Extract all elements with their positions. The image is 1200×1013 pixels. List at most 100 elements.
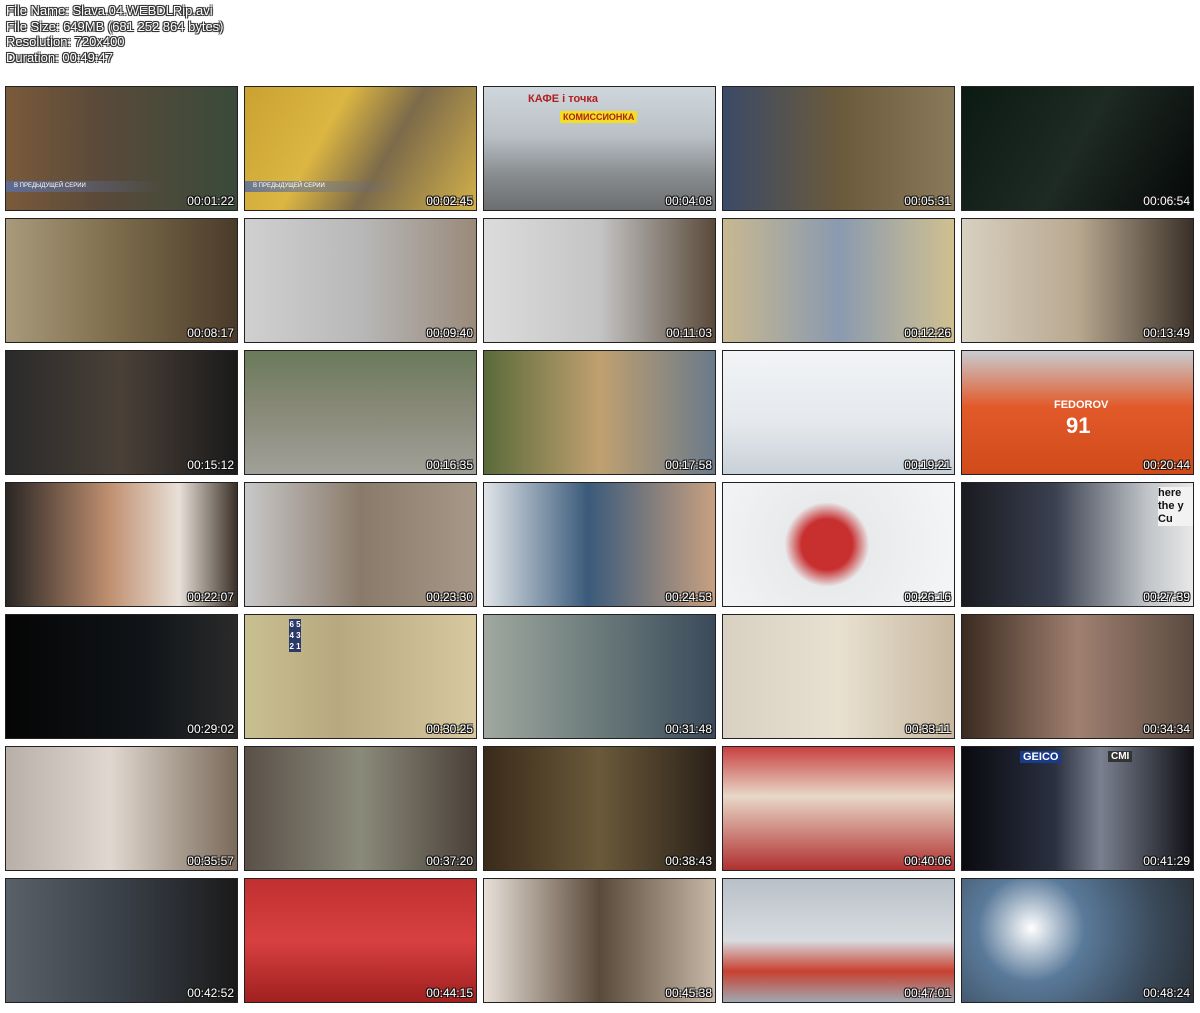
video-frame (245, 219, 476, 342)
thumbnail[interactable]: 00:13:49 (961, 218, 1194, 343)
video-frame (6, 615, 237, 738)
timestamp-label: 00:11:03 (666, 326, 712, 340)
video-frame (723, 87, 954, 210)
frame-sign-text: КАФЕ i точка (528, 93, 598, 105)
thumbnail[interactable]: В ПРЕДЫДУЩЕЙ СЕРИИ 00:01:22 (5, 86, 238, 211)
thumbnail[interactable]: 00:15:12 (5, 350, 238, 475)
frame-sign-text: here the y Cu (1158, 487, 1193, 526)
thumbnail[interactable]: 00:12:26 (722, 218, 955, 343)
timestamp-label: 00:01:22 (187, 194, 234, 208)
timestamp-label: 00:38:43 (665, 854, 712, 868)
video-frame (484, 351, 715, 474)
thumbnail[interactable]: 00:24:53 (483, 482, 716, 607)
timestamp-label: 00:24:53 (665, 590, 712, 604)
timestamp-label: 00:22:07 (187, 590, 234, 604)
video-frame (6, 219, 237, 342)
thumbnail[interactable]: 00:40:06 (722, 746, 955, 871)
timestamp-label: 00:45:38 (665, 986, 712, 1000)
file-size-label: File Size: 649MB (681 252 864 bytes) (6, 18, 224, 34)
video-frame (245, 879, 476, 1002)
timestamp-label: 00:05:31 (904, 194, 951, 208)
thumbnail[interactable]: 00:35:57 (5, 746, 238, 871)
thumbnail[interactable]: 00:05:31 (722, 86, 955, 211)
video-frame (6, 879, 237, 1002)
thumbnail[interactable]: 00:34:34 (961, 614, 1194, 739)
resolution-label: Resolution: 720x400 (6, 34, 125, 49)
timestamp-label: 00:33:11 (905, 722, 951, 736)
thumbnail[interactable]: FEDOROV 91 00:20:44 (961, 350, 1194, 475)
thumbnail[interactable]: 00:08:17 (5, 218, 238, 343)
thumbnail[interactable]: 00:47:01 (722, 878, 955, 1003)
thumbnail[interactable]: GEICO CMI 00:41:29 (961, 746, 1194, 871)
timestamp-label: 00:42:52 (187, 986, 234, 1000)
thumbnail[interactable]: here the y Cu 00:27:39 (961, 482, 1194, 607)
video-frame (484, 483, 715, 606)
timestamp-label: 00:23:30 (426, 590, 473, 604)
frame-sign-text: КОМИССИОНКА (560, 111, 638, 123)
thumbnail[interactable]: 00:26:16 (722, 482, 955, 607)
timestamp-label: 00:44:15 (426, 986, 473, 1000)
frame-sign-text: 6 5 4 3 2 1 (289, 619, 301, 652)
thumbnail[interactable]: 00:29:02 (5, 614, 238, 739)
video-frame (723, 219, 954, 342)
timestamp-label: 00:41:29 (1143, 854, 1190, 868)
video-frame (6, 351, 237, 474)
video-frame (723, 483, 954, 606)
timestamp-label: 00:40:06 (904, 854, 951, 868)
thumbnail[interactable]: 00:37:20 (244, 746, 477, 871)
thumbnail[interactable]: 6 5 4 3 2 1 00:30:25 (244, 614, 477, 739)
frame-caption: В ПРЕДЫДУЩЕЙ СЕРИИ (6, 181, 164, 192)
timestamp-label: 00:19:21 (904, 458, 951, 472)
timestamp-label: 00:09:40 (426, 326, 473, 340)
thumbnail[interactable]: 00:23:30 (244, 482, 477, 607)
thumbnail[interactable]: КАФЕ i точка КОМИССИОНКА 00:04:08 (483, 86, 716, 211)
thumbnail[interactable]: 00:38:43 (483, 746, 716, 871)
video-frame (6, 483, 237, 606)
timestamp-label: 00:29:02 (187, 722, 234, 736)
thumbnail[interactable]: 00:33:11 (722, 614, 955, 739)
video-frame (962, 219, 1193, 342)
timestamp-label: 00:35:57 (187, 854, 234, 868)
thumbnail[interactable]: 00:42:52 (5, 878, 238, 1003)
thumbnail[interactable]: 00:48:24 (961, 878, 1194, 1003)
video-frame (484, 879, 715, 1002)
timestamp-label: 00:37:20 (426, 854, 473, 868)
thumbnail[interactable]: 00:11:03 (483, 218, 716, 343)
video-frame (484, 219, 715, 342)
video-frame (6, 747, 237, 870)
thumbnail[interactable]: В ПРЕДЫДУЩЕЙ СЕРИИ 00:02:45 (244, 86, 477, 211)
frame-sign-text: FEDOROV (1054, 399, 1109, 411)
frame-caption: В ПРЕДЫДУЩЕЙ СЕРИИ (245, 181, 403, 192)
timestamp-label: 00:31:48 (665, 722, 712, 736)
timestamp-label: 00:26:16 (904, 590, 951, 604)
video-frame (723, 615, 954, 738)
timestamp-label: 00:06:54 (1143, 194, 1190, 208)
file-name-label: File Name: Slava.04.WEBDLRip.avi (6, 3, 213, 18)
thumbnail[interactable]: 00:44:15 (244, 878, 477, 1003)
timestamp-label: 00:17:58 (665, 458, 712, 472)
thumbnail[interactable]: 00:31:48 (483, 614, 716, 739)
thumbnail[interactable]: 00:19:21 (722, 350, 955, 475)
thumbnail[interactable]: 00:22:07 (5, 482, 238, 607)
video-frame (245, 747, 476, 870)
timestamp-label: 00:30:25 (426, 722, 473, 736)
video-frame (484, 747, 715, 870)
timestamp-label: 00:27:39 (1143, 590, 1190, 604)
timestamp-label: 00:08:17 (187, 326, 234, 340)
timestamp-label: 00:02:45 (426, 194, 473, 208)
timestamp-label: 00:34:34 (1143, 722, 1190, 736)
video-frame (245, 351, 476, 474)
thumbnail[interactable]: 00:17:58 (483, 350, 716, 475)
video-frame (962, 615, 1193, 738)
thumbnail[interactable]: 00:09:40 (244, 218, 477, 343)
video-frame (962, 747, 1193, 870)
video-frame (723, 879, 954, 1002)
frame-sign-text: GEICO (1020, 751, 1062, 763)
thumbnail[interactable]: 00:06:54 (961, 86, 1194, 211)
thumbnail[interactable]: 00:45:38 (483, 878, 716, 1003)
video-frame (962, 879, 1193, 1002)
video-frame (962, 87, 1193, 210)
thumbnail[interactable]: 00:16:35 (244, 350, 477, 475)
timestamp-label: 00:12:26 (904, 326, 951, 340)
timestamp-label: 00:47:01 (904, 986, 951, 1000)
